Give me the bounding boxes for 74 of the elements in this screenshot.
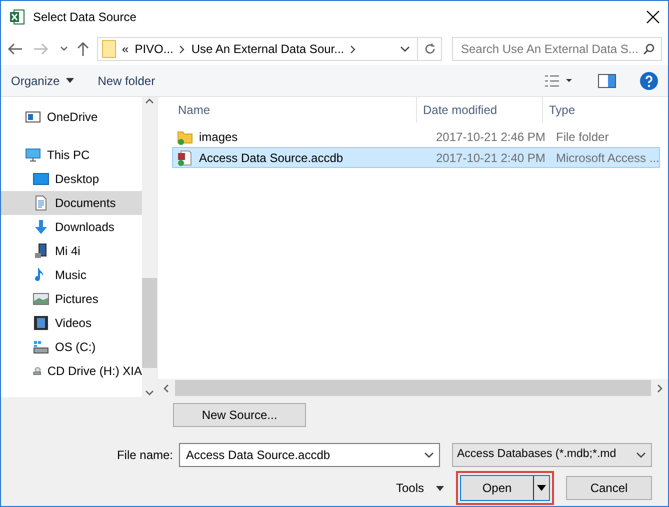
scroll-up-icon[interactable] [145, 97, 154, 106]
folder-icon [177, 128, 193, 144]
file-type: File folder [556, 130, 609, 144]
phone-icon [33, 243, 49, 259]
desktop-icon [33, 171, 49, 187]
window-title: Select Data Source [33, 9, 136, 26]
help-icon[interactable] [640, 72, 658, 90]
file-row[interactable]: images 2017-10-21 2:46 PM File folder [172, 126, 660, 147]
file-name-field[interactable]: Access Data Source.accdb [179, 443, 440, 467]
caret-icon [436, 486, 444, 490]
file-name: images [199, 128, 238, 146]
scroll-left-icon[interactable] [162, 384, 171, 392]
document-icon [33, 195, 49, 211]
sidebar-item[interactable]: This PC [1, 143, 142, 167]
file-row[interactable]: Access Data Source.accdb 2017-10-21 2:40 PM Microsoft Access ... [172, 147, 660, 168]
scrollbar-thumb[interactable] [175, 380, 652, 396]
sidebar-item[interactable]: Videos [1, 311, 142, 335]
new-source-button[interactable]: New Source... [173, 403, 306, 427]
scroll-right-icon[interactable] [655, 384, 664, 392]
column-header[interactable]: Type [543, 97, 668, 123]
close-icon[interactable] [646, 10, 660, 24]
scroll-down-icon[interactable] [145, 388, 154, 397]
overflow-chevron[interactable]: « [122, 40, 129, 58]
new-folder-button[interactable]: New folder [98, 72, 156, 90]
cloud-icon [25, 109, 41, 125]
picture-icon [33, 291, 49, 307]
cancel-button[interactable]: Cancel [566, 476, 652, 500]
sidebar-item[interactable]: Downloads [1, 215, 142, 239]
sidebar-item[interactable]: OneDrive [1, 105, 142, 129]
sidebar-item[interactable]: Mi 4i [1, 239, 142, 263]
search-field[interactable]: Search Use An External Data S... [452, 37, 662, 61]
breadcrumb-item[interactable]: PIVO... [134, 40, 174, 58]
sidebar-item[interactable]: OS (C:) [1, 335, 142, 359]
tools-menu-button[interactable]: Tools [396, 479, 444, 497]
database-file-icon [177, 150, 193, 166]
caret-icon [66, 78, 74, 83]
sidebar-item[interactable]: Desktop [1, 167, 142, 191]
date-modified: 2017-10-21 2:40 PM [436, 150, 546, 164]
back-arrow-icon[interactable] [7, 42, 23, 56]
chevron-down-icon [635, 451, 647, 459]
spreadsheet-icon [9, 9, 25, 25]
caret-icon[interactable] [537, 485, 546, 491]
address-bar[interactable]: « PIVO... Use An External Data Sour... [97, 37, 442, 61]
refresh-icon[interactable] [424, 43, 436, 55]
column-header[interactable]: Name [172, 97, 417, 123]
sidebar-item[interactable]: Pictures [1, 287, 142, 311]
film-icon [33, 315, 49, 331]
preview-pane-icon[interactable] [598, 74, 616, 88]
file-name: Access Data Source.accdb [199, 150, 344, 166]
organize-menu-button[interactable]: Organize [11, 72, 74, 90]
monitor-icon [25, 147, 41, 163]
column-header[interactable]: Date modified [417, 97, 543, 123]
open-button[interactable]: Open [461, 476, 533, 500]
download-arrow-icon [33, 219, 49, 235]
breadcrumb-item[interactable]: Use An External Data Sour... [191, 40, 344, 58]
chevron-right-icon[interactable] [179, 44, 186, 54]
chevron-down-icon[interactable] [423, 451, 435, 459]
sidebar-item[interactable]: Music [1, 263, 142, 287]
file-name-label: File name: [116, 447, 173, 464]
sidebar-item[interactable]: CD Drive (H:) XIA [1, 359, 142, 383]
folder-icon [102, 40, 116, 58]
chevron-right-icon[interactable] [350, 44, 356, 54]
scrollbar-thumb[interactable] [142, 278, 157, 368]
chevron-down-icon[interactable] [59, 45, 69, 53]
sidebar-item[interactable]: Documents [1, 191, 142, 215]
up-arrow-icon[interactable] [76, 41, 90, 57]
drive-icon [33, 339, 49, 355]
file-type-text: Access Databases (*.mdb;*.md [457, 447, 618, 462]
date-modified: 2017-10-21 2:46 PM [436, 130, 546, 144]
file-type: Microsoft Access ... [556, 150, 660, 164]
search-icon [643, 43, 655, 55]
file-type-dropdown[interactable]: Access Databases (*.mdb;*.md [452, 443, 652, 467]
view-options-icon[interactable] [544, 74, 574, 88]
chevron-down-icon[interactable] [399, 45, 411, 53]
